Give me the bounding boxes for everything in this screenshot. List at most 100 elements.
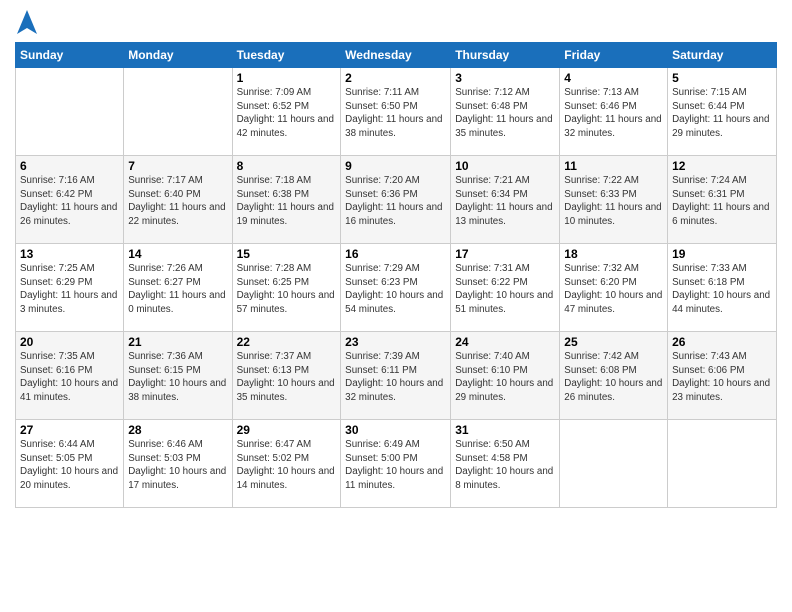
calendar-body: 1Sunrise: 7:09 AM Sunset: 6:52 PM Daylig…: [16, 68, 777, 508]
day-number: 9: [345, 159, 446, 173]
day-number: 24: [455, 335, 555, 349]
calendar-cell: 13Sunrise: 7:25 AM Sunset: 6:29 PM Dayli…: [16, 244, 124, 332]
day-info: Sunrise: 7:13 AM Sunset: 6:46 PM Dayligh…: [564, 86, 663, 141]
day-info: Sunrise: 7:24 AM Sunset: 6:31 PM Dayligh…: [672, 174, 772, 229]
calendar-cell: 26Sunrise: 7:43 AM Sunset: 6:06 PM Dayli…: [668, 332, 777, 420]
header: [15, 10, 777, 34]
day-number: 16: [345, 247, 446, 261]
day-info: Sunrise: 7:17 AM Sunset: 6:40 PM Dayligh…: [128, 174, 227, 229]
day-number: 20: [20, 335, 119, 349]
calendar-cell: 28Sunrise: 6:46 AM Sunset: 5:03 PM Dayli…: [124, 420, 232, 508]
header-row: SundayMondayTuesdayWednesdayThursdayFrid…: [16, 43, 777, 68]
calendar-cell: 5Sunrise: 7:15 AM Sunset: 6:44 PM Daylig…: [668, 68, 777, 156]
day-info: Sunrise: 7:21 AM Sunset: 6:34 PM Dayligh…: [455, 174, 555, 229]
day-info: Sunrise: 7:28 AM Sunset: 6:25 PM Dayligh…: [237, 262, 337, 317]
day-number: 1: [237, 71, 337, 85]
day-number: 12: [672, 159, 772, 173]
day-info: Sunrise: 7:15 AM Sunset: 6:44 PM Dayligh…: [672, 86, 772, 141]
day-info: Sunrise: 7:36 AM Sunset: 6:15 PM Dayligh…: [128, 350, 227, 405]
calendar-cell: 17Sunrise: 7:31 AM Sunset: 6:22 PM Dayli…: [451, 244, 560, 332]
calendar-cell: 24Sunrise: 7:40 AM Sunset: 6:10 PM Dayli…: [451, 332, 560, 420]
day-number: 25: [564, 335, 663, 349]
day-number: 6: [20, 159, 119, 173]
calendar-table: SundayMondayTuesdayWednesdayThursdayFrid…: [15, 42, 777, 508]
day-info: Sunrise: 7:33 AM Sunset: 6:18 PM Dayligh…: [672, 262, 772, 317]
day-number: 30: [345, 423, 446, 437]
day-info: Sunrise: 7:18 AM Sunset: 6:38 PM Dayligh…: [237, 174, 337, 229]
day-info: Sunrise: 7:16 AM Sunset: 6:42 PM Dayligh…: [20, 174, 119, 229]
calendar-cell: 9Sunrise: 7:20 AM Sunset: 6:36 PM Daylig…: [341, 156, 451, 244]
logo: [15, 10, 37, 34]
calendar-cell: 30Sunrise: 6:49 AM Sunset: 5:00 PM Dayli…: [341, 420, 451, 508]
day-info: Sunrise: 6:46 AM Sunset: 5:03 PM Dayligh…: [128, 438, 227, 493]
calendar-cell: [668, 420, 777, 508]
calendar-cell: 21Sunrise: 7:36 AM Sunset: 6:15 PM Dayli…: [124, 332, 232, 420]
day-info: Sunrise: 7:25 AM Sunset: 6:29 PM Dayligh…: [20, 262, 119, 317]
calendar-cell: 2Sunrise: 7:11 AM Sunset: 6:50 PM Daylig…: [341, 68, 451, 156]
day-number: 11: [564, 159, 663, 173]
day-info: Sunrise: 7:32 AM Sunset: 6:20 PM Dayligh…: [564, 262, 663, 317]
calendar-cell: 7Sunrise: 7:17 AM Sunset: 6:40 PM Daylig…: [124, 156, 232, 244]
day-number: 23: [345, 335, 446, 349]
day-info: Sunrise: 6:47 AM Sunset: 5:02 PM Dayligh…: [237, 438, 337, 493]
day-info: Sunrise: 7:26 AM Sunset: 6:27 PM Dayligh…: [128, 262, 227, 317]
day-number: 27: [20, 423, 119, 437]
day-header-tuesday: Tuesday: [232, 43, 341, 68]
day-info: Sunrise: 7:12 AM Sunset: 6:48 PM Dayligh…: [455, 86, 555, 141]
day-header-sunday: Sunday: [16, 43, 124, 68]
calendar-cell: [16, 68, 124, 156]
day-info: Sunrise: 7:37 AM Sunset: 6:13 PM Dayligh…: [237, 350, 337, 405]
day-number: 13: [20, 247, 119, 261]
day-info: Sunrise: 6:44 AM Sunset: 5:05 PM Dayligh…: [20, 438, 119, 493]
day-number: 28: [128, 423, 227, 437]
day-info: Sunrise: 7:20 AM Sunset: 6:36 PM Dayligh…: [345, 174, 446, 229]
day-info: Sunrise: 7:35 AM Sunset: 6:16 PM Dayligh…: [20, 350, 119, 405]
calendar-cell: 11Sunrise: 7:22 AM Sunset: 6:33 PM Dayli…: [560, 156, 668, 244]
calendar-cell: 14Sunrise: 7:26 AM Sunset: 6:27 PM Dayli…: [124, 244, 232, 332]
day-info: Sunrise: 6:50 AM Sunset: 4:58 PM Dayligh…: [455, 438, 555, 493]
calendar-cell: 3Sunrise: 7:12 AM Sunset: 6:48 PM Daylig…: [451, 68, 560, 156]
day-number: 15: [237, 247, 337, 261]
day-info: Sunrise: 7:40 AM Sunset: 6:10 PM Dayligh…: [455, 350, 555, 405]
calendar-cell: 10Sunrise: 7:21 AM Sunset: 6:34 PM Dayli…: [451, 156, 560, 244]
day-number: 26: [672, 335, 772, 349]
day-info: Sunrise: 7:42 AM Sunset: 6:08 PM Dayligh…: [564, 350, 663, 405]
day-info: Sunrise: 6:49 AM Sunset: 5:00 PM Dayligh…: [345, 438, 446, 493]
day-number: 2: [345, 71, 446, 85]
day-number: 29: [237, 423, 337, 437]
day-header-friday: Friday: [560, 43, 668, 68]
day-number: 19: [672, 247, 772, 261]
week-row-5: 27Sunrise: 6:44 AM Sunset: 5:05 PM Dayli…: [16, 420, 777, 508]
day-number: 7: [128, 159, 227, 173]
day-info: Sunrise: 7:29 AM Sunset: 6:23 PM Dayligh…: [345, 262, 446, 317]
week-row-2: 6Sunrise: 7:16 AM Sunset: 6:42 PM Daylig…: [16, 156, 777, 244]
calendar-cell: 1Sunrise: 7:09 AM Sunset: 6:52 PM Daylig…: [232, 68, 341, 156]
week-row-3: 13Sunrise: 7:25 AM Sunset: 6:29 PM Dayli…: [16, 244, 777, 332]
calendar-cell: 15Sunrise: 7:28 AM Sunset: 6:25 PM Dayli…: [232, 244, 341, 332]
calendar-cell: 31Sunrise: 6:50 AM Sunset: 4:58 PM Dayli…: [451, 420, 560, 508]
calendar-cell: 29Sunrise: 6:47 AM Sunset: 5:02 PM Dayli…: [232, 420, 341, 508]
day-header-wednesday: Wednesday: [341, 43, 451, 68]
day-number: 17: [455, 247, 555, 261]
calendar-cell: 8Sunrise: 7:18 AM Sunset: 6:38 PM Daylig…: [232, 156, 341, 244]
day-number: 21: [128, 335, 227, 349]
calendar-cell: [124, 68, 232, 156]
calendar-cell: 27Sunrise: 6:44 AM Sunset: 5:05 PM Dayli…: [16, 420, 124, 508]
day-number: 3: [455, 71, 555, 85]
calendar-cell: 20Sunrise: 7:35 AM Sunset: 6:16 PM Dayli…: [16, 332, 124, 420]
week-row-1: 1Sunrise: 7:09 AM Sunset: 6:52 PM Daylig…: [16, 68, 777, 156]
calendar-cell: [560, 420, 668, 508]
calendar-cell: 12Sunrise: 7:24 AM Sunset: 6:31 PM Dayli…: [668, 156, 777, 244]
calendar-cell: 16Sunrise: 7:29 AM Sunset: 6:23 PM Dayli…: [341, 244, 451, 332]
logo-bird-icon: [17, 10, 37, 34]
day-number: 14: [128, 247, 227, 261]
day-number: 10: [455, 159, 555, 173]
day-number: 18: [564, 247, 663, 261]
day-info: Sunrise: 7:43 AM Sunset: 6:06 PM Dayligh…: [672, 350, 772, 405]
logo-text: [15, 10, 37, 34]
calendar-cell: 18Sunrise: 7:32 AM Sunset: 6:20 PM Dayli…: [560, 244, 668, 332]
day-info: Sunrise: 7:11 AM Sunset: 6:50 PM Dayligh…: [345, 86, 446, 141]
day-number: 22: [237, 335, 337, 349]
calendar-cell: 22Sunrise: 7:37 AM Sunset: 6:13 PM Dayli…: [232, 332, 341, 420]
day-info: Sunrise: 7:39 AM Sunset: 6:11 PM Dayligh…: [345, 350, 446, 405]
